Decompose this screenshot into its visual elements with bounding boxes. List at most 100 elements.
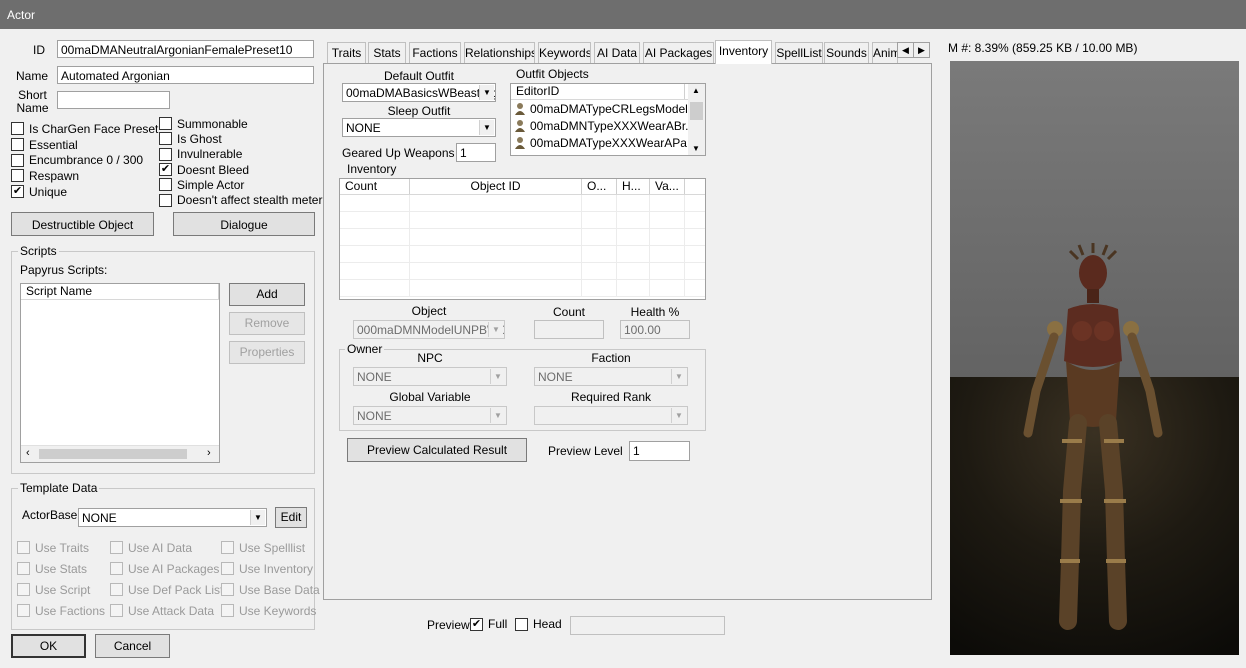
checkbox-box[interactable]: ✔ (470, 617, 483, 631)
full-checkbox[interactable]: ✔ Full (470, 617, 507, 631)
list-item[interactable]: 00maDMNTypeXXXWearABr... (511, 117, 705, 134)
tab-traits[interactable]: Traits (327, 42, 366, 63)
checkbox-box[interactable] (110, 583, 123, 596)
checkbox-box[interactable] (159, 132, 172, 146)
tab-relationships[interactable]: Relationships (464, 42, 535, 63)
add-script-button[interactable]: Add (229, 283, 305, 306)
doesnt-bleed-checkbox[interactable]: ✔ Doesnt Bleed (159, 162, 319, 177)
object-dropdown[interactable]: 000maDMNModelUNPBWD ▼ (353, 320, 505, 339)
checkbox-box[interactable] (17, 541, 30, 554)
checkbox-box[interactable] (515, 617, 528, 631)
scroll-thumb[interactable] (690, 102, 703, 120)
health-input[interactable]: 100.00 (620, 320, 690, 339)
tab-anim[interactable]: Anim (872, 42, 898, 63)
tab-spelllist[interactable]: SpellList (775, 42, 823, 63)
checkbox-box[interactable] (221, 583, 234, 596)
count-input[interactable] (534, 320, 604, 339)
actorbase-dropdown[interactable]: NONE ▼ (78, 508, 267, 527)
invulnerable-checkbox[interactable]: Invulnerable (159, 147, 319, 162)
list-item[interactable]: 00maDMATypeXXXWearAPa... (511, 134, 705, 151)
checkbox-box[interactable] (159, 178, 172, 192)
checkbox-box[interactable] (159, 193, 172, 207)
default-outfit-dropdown[interactable]: 00maDMABasicsWBeastArg ▼ (342, 83, 496, 102)
list-item[interactable]: 00maDMATypeCRLegsModelB (511, 100, 705, 117)
chevron-down-icon[interactable]: ▼ (490, 408, 505, 423)
required-rank-dropdown[interactable]: ▼ (534, 406, 688, 425)
unique-checkbox[interactable]: ✔ Unique (11, 184, 156, 200)
tab-scroll-right-icon[interactable]: ▶ (913, 42, 930, 58)
checkbox-box[interactable] (11, 122, 24, 136)
checkbox-box[interactable] (17, 562, 30, 575)
template-use-def-pack-list-checkbox[interactable]: Use Def Pack List (110, 579, 223, 600)
faction-dropdown[interactable]: NONE ▼ (534, 367, 688, 386)
cancel-button[interactable]: Cancel (95, 634, 170, 658)
checkbox-box[interactable] (221, 562, 234, 575)
checkbox-box[interactable] (11, 138, 24, 152)
outfit-objects-list[interactable]: EditorID 00maDMATypeCRLegsModelB 00maDMNT… (510, 83, 706, 156)
summonable-checkbox[interactable]: Summonable (159, 116, 319, 131)
column-o[interactable]: O... (582, 179, 617, 194)
checkbox-box[interactable] (17, 604, 30, 617)
chevron-down-icon[interactable]: ▼ (671, 369, 686, 384)
checkbox-box[interactable] (11, 169, 24, 183)
head-checkbox[interactable]: Head (515, 617, 562, 631)
template-use-spelllist-checkbox[interactable]: Use Spelllist (221, 537, 321, 558)
checkbox-box[interactable]: ✔ (159, 163, 172, 177)
sleep-outfit-dropdown[interactable]: NONE ▼ (342, 118, 496, 137)
template-use-attack-data-checkbox[interactable]: Use Attack Data (110, 600, 220, 621)
template-use-inventory-checkbox[interactable]: Use Inventory (221, 558, 321, 579)
npc-dropdown[interactable]: NONE ▼ (353, 367, 507, 386)
scroll-right-icon[interactable]: › (207, 447, 211, 459)
column-h[interactable]: H... (617, 179, 650, 194)
checkbox-box[interactable] (159, 117, 172, 131)
checkbox-box[interactable] (159, 147, 172, 161)
checkbox-box[interactable]: ✔ (11, 185, 24, 199)
preview-level-input[interactable]: 1 (629, 441, 690, 461)
properties-button[interactable]: Properties (229, 341, 305, 364)
tab-sounds[interactable]: Sounds (824, 42, 869, 63)
checkbox-box[interactable] (221, 541, 234, 554)
column-editorid[interactable]: EditorID (511, 84, 685, 99)
scripts-list[interactable]: Script Name ‹ › (20, 283, 220, 463)
column-va[interactable]: Va... (650, 179, 685, 194)
id-input[interactable]: 00maDMANeutralArgonianFemalePreset10 (57, 40, 314, 58)
chevron-down-icon[interactable]: ▼ (250, 510, 265, 525)
checkbox-box[interactable] (110, 562, 123, 575)
scripts-hscrollbar[interactable]: ‹ › (21, 445, 219, 462)
template-use-base-data-checkbox[interactable]: Use Base Data (221, 579, 321, 600)
chevron-down-icon[interactable]: ▼ (490, 369, 505, 384)
edit-actorbase-button[interactable]: Edit (275, 507, 307, 528)
tab-keywords[interactable]: Keywords (538, 42, 591, 63)
name-input[interactable]: Automated Argonian (57, 66, 314, 84)
scroll-thumb[interactable] (39, 449, 187, 459)
chevron-down-icon[interactable]: ▼ (488, 322, 503, 337)
simple-actor-checkbox[interactable]: Simple Actor (159, 177, 319, 192)
scroll-left-icon[interactable]: ‹ (26, 447, 30, 459)
chevron-down-icon[interactable]: ▼ (479, 85, 494, 100)
template-use-ai-packages-checkbox[interactable]: Use AI Packages (110, 558, 220, 579)
checkbox-box[interactable] (110, 541, 123, 554)
column-object-id[interactable]: Object ID (410, 179, 582, 194)
respawn-checkbox[interactable]: Respawn (11, 168, 156, 184)
remove-script-button[interactable]: Remove (229, 312, 305, 335)
checkbox-box[interactable] (221, 604, 234, 617)
tab-scroll-left-icon[interactable]: ◀ (897, 42, 914, 58)
checkbox-box[interactable] (11, 153, 24, 167)
tab-stats[interactable]: Stats (368, 42, 406, 63)
column-count[interactable]: Count (340, 179, 410, 194)
table-row[interactable] (340, 280, 705, 297)
dialogue-button[interactable]: Dialogue (173, 212, 315, 236)
chevron-down-icon[interactable]: ▼ (671, 408, 686, 423)
template-use-keywords-checkbox[interactable]: Use Keywords (221, 600, 321, 621)
template-use-traits-checkbox[interactable]: Use Traits (17, 537, 117, 558)
actor-3d-preview[interactable] (950, 61, 1239, 655)
template-use-factions-checkbox[interactable]: Use Factions (17, 600, 117, 621)
tab-inventory[interactable]: Inventory (715, 40, 772, 64)
geared-up-weapons-input[interactable]: 1 (456, 143, 496, 162)
preview-calculated-result-button[interactable]: Preview Calculated Result (347, 438, 527, 462)
template-use-ai-data-checkbox[interactable]: Use AI Data (110, 537, 220, 558)
essential-checkbox[interactable]: Essential (11, 137, 156, 153)
table-row[interactable] (340, 195, 705, 212)
table-row[interactable] (340, 212, 705, 229)
tab-ai-data[interactable]: AI Data (594, 42, 640, 63)
